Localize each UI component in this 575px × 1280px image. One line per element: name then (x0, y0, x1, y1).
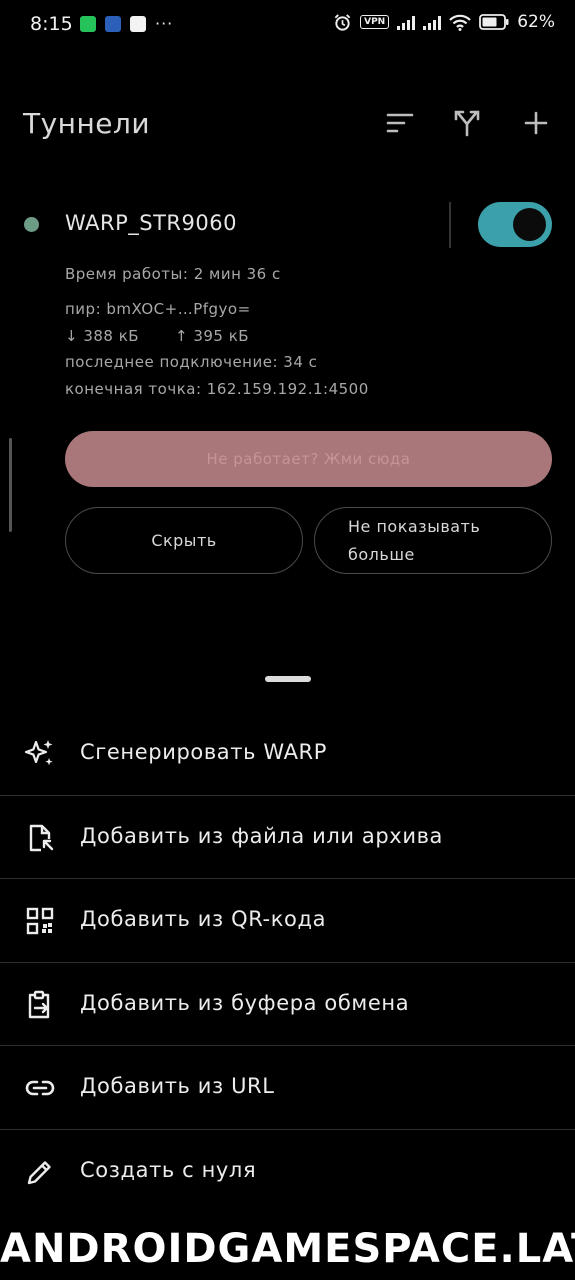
sort-icon (386, 113, 414, 133)
split-icon (454, 110, 480, 137)
menu-item-add-from-clipboard[interactable]: Добавить из буфера обмена (0, 963, 575, 1047)
battery-icon (479, 14, 509, 30)
tunnel-toggle[interactable] (478, 202, 552, 247)
status-time: 8:15 (30, 13, 73, 35)
dont-show-again-button[interactable]: Не показывать больше (314, 507, 552, 574)
watermark: ANDROIDGAMESPACE.LAT (0, 1226, 575, 1272)
toggle-knob (513, 208, 546, 241)
link-icon (24, 1072, 56, 1104)
menu-item-label: Создать с нуля (80, 1157, 257, 1182)
menu-item-label: Сгенерировать WARP (80, 740, 327, 764)
qr-code-icon (24, 905, 56, 937)
menu-item-label: Добавить из буфера обмена (80, 990, 410, 1015)
menu-item-add-from-file[interactable]: Добавить из файла или архива (0, 796, 575, 880)
tunnel-name: WARP_STR9060 (65, 211, 237, 235)
tunnel-rx: ↓ 388 кБ (65, 327, 140, 345)
alarm-icon (334, 13, 351, 31)
menu-item-create-from-scratch[interactable]: Создать с нуля (0, 1130, 575, 1214)
clipboard-icon (24, 989, 56, 1021)
signal-icon (397, 14, 416, 30)
whatsapp-icon (80, 16, 96, 32)
menu-item-label: Добавить из файла или архива (80, 823, 444, 848)
bottom-sheet-handle[interactable] (265, 676, 311, 682)
app-icon (105, 16, 121, 32)
add-tunnel-button[interactable] (519, 106, 553, 140)
dont-show-again-line-1: Не показывать (348, 516, 481, 536)
tunnel-peer: пир: bmXOC+…Pfgyo= (65, 300, 251, 318)
signal-icon-2 (423, 14, 442, 30)
not-working-button[interactable]: Не работает? Жми сюда (65, 431, 552, 487)
menu-item-add-from-qr[interactable]: Добавить из QR-кода (0, 879, 575, 963)
sort-button[interactable] (383, 106, 417, 140)
bottom-sheet-menu: Сгенерировать WARP Добавить из файла или… (0, 712, 575, 1214)
status-bar: 8:15 ··· VPN 62% (0, 0, 575, 52)
scroll-indicator[interactable] (9, 438, 12, 532)
battery-percent: 62% (517, 12, 555, 32)
hide-button-label: Скрыть (151, 531, 217, 550)
file-import-icon (24, 822, 56, 854)
menu-item-add-from-url[interactable]: Добавить из URL (0, 1046, 575, 1130)
add-icon (524, 111, 548, 135)
wifi-icon (449, 14, 471, 31)
divider (449, 202, 451, 248)
tunnel-tx: ↑ 395 кБ (175, 327, 250, 345)
split-tunnel-button[interactable] (450, 106, 484, 140)
system-icons: VPN 62% (333, 12, 555, 32)
tunnel-endpoint: конечная точка: 162.159.192.1:4500 (65, 380, 369, 398)
menu-item-label: Добавить из URL (80, 1074, 275, 1099)
tunnel-last-handshake: последнее подключение: 34 с (65, 353, 318, 371)
dont-show-again-line-2: больше (348, 544, 415, 564)
pencil-icon (24, 1156, 56, 1188)
menu-item-label: Добавить из QR-кода (80, 907, 327, 932)
screen: 8:15 ··· VPN 62% Туннели WARP_STR9060 Вр… (0, 0, 575, 1280)
hide-button[interactable]: Скрыть (65, 507, 303, 574)
sparkle-icon (24, 738, 56, 770)
more-notifications-icon: ··· (155, 14, 174, 33)
tunnel-uptime: Время работы: 2 мин 36 с (65, 265, 281, 283)
tunnel-status-dot (24, 217, 39, 232)
menu-item-generate-warp[interactable]: Сгенерировать WARP (0, 712, 575, 796)
dont-show-again-label: Не показывать больше (348, 513, 480, 569)
page-title: Туннели (23, 107, 151, 140)
notification-icons: ··· (80, 16, 173, 32)
vpn-icon: VPN (360, 15, 390, 29)
notes-icon (130, 16, 146, 32)
